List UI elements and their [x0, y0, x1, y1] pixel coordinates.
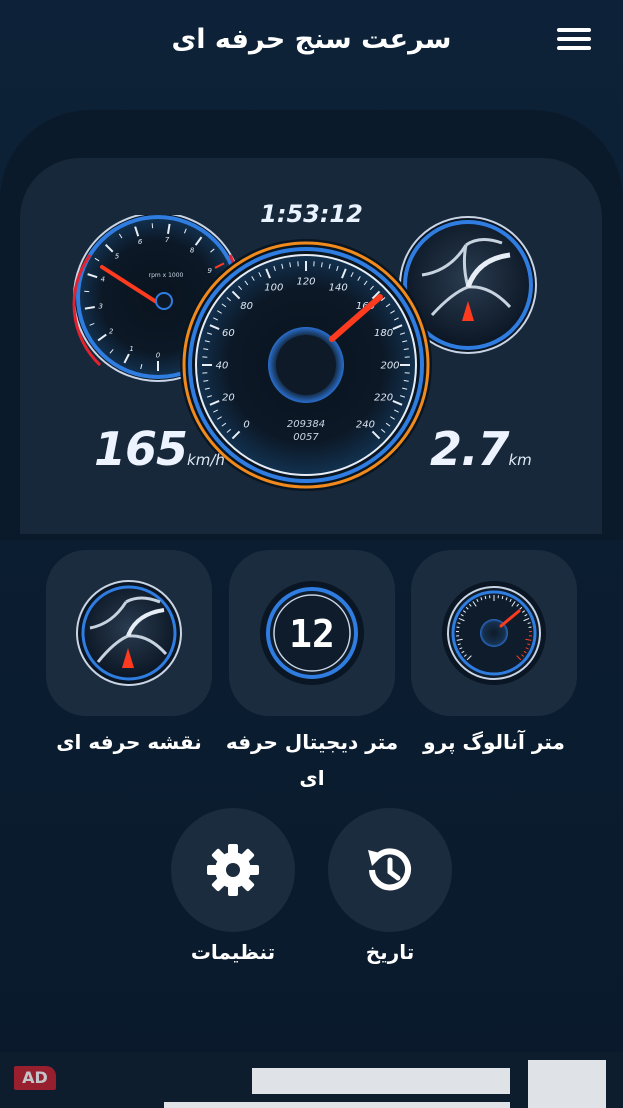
history-label: تاریخ	[365, 940, 415, 964]
mini-tick	[501, 595, 504, 600]
digital-meter-icon: 12	[260, 581, 364, 685]
settings-label: تنظیمات	[190, 940, 276, 964]
tick-label: 100	[264, 283, 283, 294]
tick-label: 7	[165, 236, 170, 244]
settings-button[interactable]	[171, 808, 295, 932]
tick-label: 40	[216, 360, 229, 371]
distance-unit: km	[508, 451, 532, 469]
tick-label: 6	[138, 238, 143, 246]
speed-readout: 165km/h	[94, 422, 225, 476]
tick-label: 9	[207, 267, 212, 275]
tick-label: 4	[101, 275, 105, 283]
tile-label-analog: متر آنالوگ پرو	[423, 730, 565, 754]
tick-label: 240	[356, 420, 375, 431]
tick-label: 1	[129, 345, 133, 353]
tile-label-digital: متر دیجیتال حرفه ای	[225, 730, 399, 790]
map-icon	[76, 580, 182, 686]
tick-label: 0	[243, 420, 249, 431]
history-button[interactable]	[328, 808, 452, 932]
tile-analog-pro[interactable]	[411, 550, 577, 716]
mini-tick	[484, 595, 487, 600]
speed-unit: km/h	[187, 451, 225, 469]
speed-value: 165	[94, 422, 188, 476]
tick-label: 5	[115, 252, 120, 260]
distance-value: 2.7	[430, 422, 509, 476]
tick-label: 180	[374, 328, 393, 339]
digital-digits: 12	[289, 612, 335, 656]
ad-badge: AD	[14, 1066, 56, 1090]
tile-map-pro[interactable]	[46, 550, 212, 716]
tick-label: 80	[240, 301, 253, 312]
tick-label: 120	[296, 276, 315, 287]
analog-gauge-icon	[442, 581, 546, 685]
odometer-primary: 209384	[287, 419, 325, 430]
ad-placeholder-line	[252, 1068, 510, 1094]
tick-label: 60	[222, 328, 235, 339]
tile-digital-pro[interactable]: 12	[229, 550, 395, 716]
tick-label: 200	[380, 360, 399, 371]
tick-label: 140	[329, 283, 348, 294]
app-header: سرعت سنج حرفه ای	[0, 0, 623, 90]
gear-icon	[207, 844, 259, 896]
page-title: سرعت سنج حرفه ای	[171, 24, 452, 55]
tile-label-map: نقشه حرفه ای	[56, 730, 202, 754]
distance-readout: 2.7km	[430, 422, 532, 476]
tick-label: 220	[374, 392, 393, 403]
odometer-secondary: 0057	[293, 432, 319, 443]
hamburger-icon[interactable]	[557, 24, 593, 54]
tick-label: 20	[222, 392, 235, 403]
tick-label: 2	[109, 327, 114, 335]
ad-placeholder-box	[528, 1060, 606, 1108]
tick-label: 3	[98, 302, 102, 310]
history-icon	[368, 848, 411, 891]
tick-label: 8	[190, 246, 195, 254]
tick-label: 0	[156, 351, 161, 359]
ad-placeholder-line	[164, 1102, 510, 1108]
rpm-caption: rpm x 1000	[149, 272, 184, 279]
